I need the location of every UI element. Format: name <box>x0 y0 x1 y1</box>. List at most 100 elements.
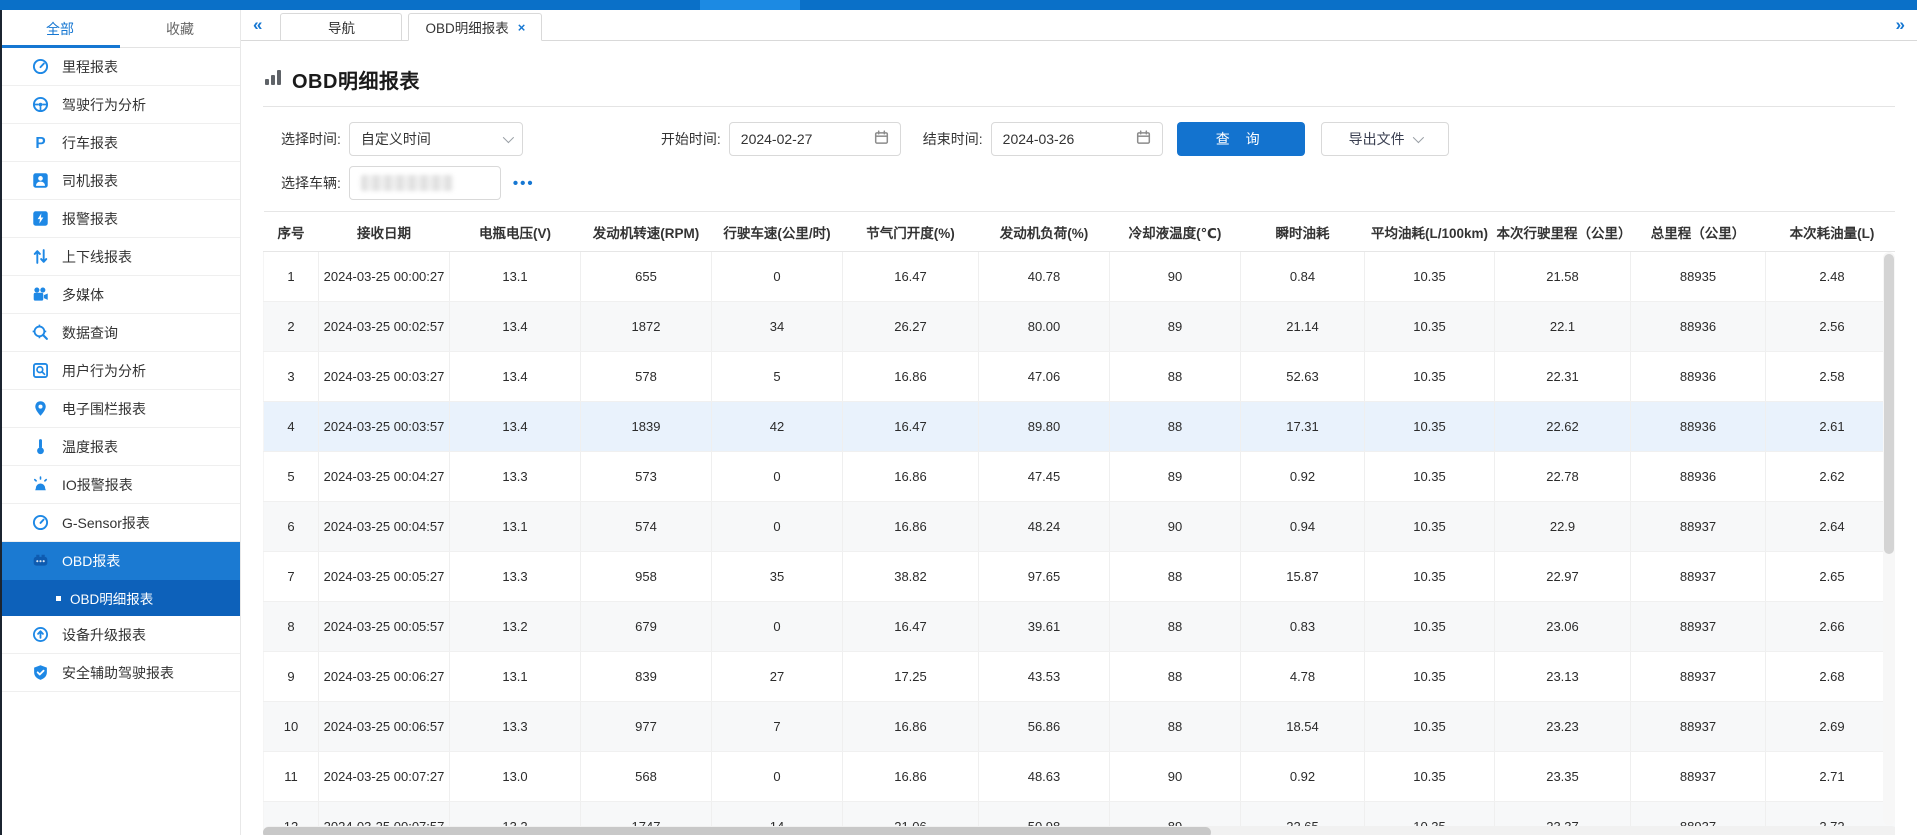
table-cell: 2024-03-25 00:02:57 <box>319 302 450 352</box>
table-cell: 16.47 <box>843 602 979 652</box>
sidebar-item-label: 司机报表 <box>62 171 118 191</box>
sidebar-item-alarm-report[interactable]: 报警报表 <box>0 200 240 238</box>
start-date-input[interactable]: 2024-02-27 <box>729 122 901 156</box>
table-cell: 1 <box>264 252 319 302</box>
table-cell: 22.31 <box>1495 352 1631 402</box>
sidebar-item-temperature-report[interactable]: 温度报表 <box>0 428 240 466</box>
table-cell: 38.82 <box>843 552 979 602</box>
chevron-down-icon <box>1412 132 1423 143</box>
document-tab-0[interactable]: 导航 <box>280 13 402 40</box>
table-cell: 4 <box>264 402 319 452</box>
sidebar-item-mileage-report[interactable]: 里程报表 <box>0 48 240 86</box>
export-file-button[interactable]: 导出文件 <box>1321 122 1449 156</box>
table-row[interactable]: 22024-03-25 00:02:5713.418723426.2780.00… <box>264 302 1896 352</box>
table-cell: 47.45 <box>979 452 1110 502</box>
table-cell: 88 <box>1110 402 1241 452</box>
vertical-scrollbar-thumb[interactable] <box>1884 254 1894 554</box>
horizontal-scrollbar-thumb[interactable] <box>263 827 1211 835</box>
driver-icon <box>32 172 49 189</box>
end-date-value: 2024-03-26 <box>1003 131 1075 147</box>
tabs-expand-icon[interactable]: » <box>1896 15 1905 35</box>
sidebar-item-adas-report[interactable]: 安全辅助驾驶报表 <box>0 654 240 692</box>
table-cell: 22.9 <box>1495 502 1631 552</box>
horizontal-scrollbar[interactable] <box>263 826 1895 835</box>
sidebar-item-data-query[interactable]: 数据查询 <box>0 314 240 352</box>
table-cell: 10.35 <box>1365 702 1495 752</box>
time-select-label: 选择时间: <box>281 129 341 149</box>
table-cell: 88 <box>1110 702 1241 752</box>
time-range-select[interactable]: 自定义时间 <box>349 122 523 156</box>
table-cell: 23.13 <box>1495 652 1631 702</box>
sidebar-item-driver-report[interactable]: 司机报表 <box>0 162 240 200</box>
sidebar-item-label: 数据查询 <box>62 323 118 343</box>
vehicle-value-redacted <box>361 175 453 191</box>
top-nav-active-segment[interactable] <box>700 0 800 10</box>
sidebar-item-geofence-report[interactable]: 电子围栏报表 <box>0 390 240 428</box>
column-header: 瞬时油耗 <box>1241 212 1365 252</box>
calendar-icon[interactable] <box>874 130 889 148</box>
document-tab-1[interactable]: OBD明细报表× <box>408 13 542 41</box>
table-cell: 13.4 <box>450 352 581 402</box>
sidebar-item-label: 上下线报表 <box>62 247 132 267</box>
table-cell: 34 <box>712 302 843 352</box>
close-icon[interactable]: × <box>518 20 526 35</box>
obd-report-table: 序号接收日期电瓶电压(V)发动机转速(RPM)行驶车速(公里/时)节气门开度(%… <box>263 211 1895 835</box>
vehicle-select-input[interactable] <box>349 166 501 200</box>
tabs-collapse-icon[interactable]: « <box>253 15 262 35</box>
sidebar-item-label: 报警报表 <box>62 209 118 229</box>
table-cell: 22.78 <box>1495 452 1631 502</box>
table-cell: 2.48 <box>1766 252 1896 302</box>
sidebar-item-label: OBD报表 <box>62 551 120 571</box>
sidebar-tab-favorites[interactable]: 收藏 <box>120 10 240 47</box>
table-cell: 2024-03-25 00:00:27 <box>319 252 450 302</box>
table-row[interactable]: 102024-03-25 00:06:5713.3977716.8656.868… <box>264 702 1896 752</box>
table-cell: 23.23 <box>1495 702 1631 752</box>
io-alarm-icon <box>32 476 49 493</box>
table-cell: 27 <box>712 652 843 702</box>
parking-icon: P <box>32 134 49 151</box>
column-header: 序号 <box>264 212 319 252</box>
table-row[interactable]: 52024-03-25 00:04:2713.3573016.8647.4589… <box>264 452 1896 502</box>
sidebar-item-driving-behavior-analysis[interactable]: 驾驶行为分析 <box>0 86 240 124</box>
table-cell: 16.47 <box>843 252 979 302</box>
sidebar-item-io-alarm-report[interactable]: IO报警报表 <box>0 466 240 504</box>
sidebar-item-user-behavior-analysis[interactable]: 用户行为分析 <box>0 352 240 390</box>
column-header: 总里程（公里） <box>1631 212 1766 252</box>
sidebar-tab-all[interactable]: 全部 <box>0 10 120 47</box>
table-cell: 88 <box>1110 552 1241 602</box>
table-cell: 958 <box>581 552 712 602</box>
table-row[interactable]: 32024-03-25 00:03:2713.4578516.8647.0688… <box>264 352 1896 402</box>
table-cell: 0.92 <box>1241 752 1365 802</box>
vehicle-picker-more-button[interactable]: ••• <box>513 175 535 192</box>
table-row[interactable]: 112024-03-25 00:07:2713.0568016.8648.639… <box>264 752 1896 802</box>
table-row[interactable]: 82024-03-25 00:05:5713.2679016.4739.6188… <box>264 602 1896 652</box>
vertical-scrollbar[interactable] <box>1883 252 1895 825</box>
geofence-icon <box>32 400 49 417</box>
calendar-icon[interactable] <box>1136 130 1151 148</box>
table-cell: 42 <box>712 402 843 452</box>
table-row[interactable]: 42024-03-25 00:03:5713.418394216.4789.80… <box>264 402 1896 452</box>
sidebar-item-multimedia[interactable]: 多媒体 <box>0 276 240 314</box>
sidebar-item-obd-report[interactable]: OBD报表 <box>0 542 240 580</box>
table-row[interactable]: 92024-03-25 00:06:2713.18392717.2543.538… <box>264 652 1896 702</box>
sidebar-subitem-obd-detail-report[interactable]: OBD明细报表 <box>0 580 240 616</box>
table-cell: 16.86 <box>843 702 979 752</box>
table-row[interactable]: 12024-03-25 00:00:2713.1655016.4740.7890… <box>264 252 1896 302</box>
table-row[interactable]: 72024-03-25 00:05:2713.39583538.8297.658… <box>264 552 1896 602</box>
table-cell: 89.80 <box>979 402 1110 452</box>
sidebar-item-gsensor-report[interactable]: G-Sensor报表 <box>0 504 240 542</box>
table-row[interactable]: 62024-03-25 00:04:5713.1574016.8648.2490… <box>264 502 1896 552</box>
table-cell: 13.1 <box>450 252 581 302</box>
table-cell: 16.47 <box>843 402 979 452</box>
query-button[interactable]: 查 询 <box>1177 122 1305 156</box>
sidebar-item-online-offline-report[interactable]: 上下线报表 <box>0 238 240 276</box>
sidebar-item-trip-report[interactable]: P行车报表 <box>0 124 240 162</box>
table-cell: 578 <box>581 352 712 402</box>
table-cell: 21.58 <box>1495 252 1631 302</box>
column-header: 节气门开度(%) <box>843 212 979 252</box>
end-date-input[interactable]: 2024-03-26 <box>991 122 1163 156</box>
bar-chart-icon <box>263 67 283 92</box>
doc-search-icon <box>32 362 49 379</box>
sidebar-item-label: G-Sensor报表 <box>62 513 150 533</box>
sidebar-item-device-upgrade-report[interactable]: 设备升级报表 <box>0 616 240 654</box>
